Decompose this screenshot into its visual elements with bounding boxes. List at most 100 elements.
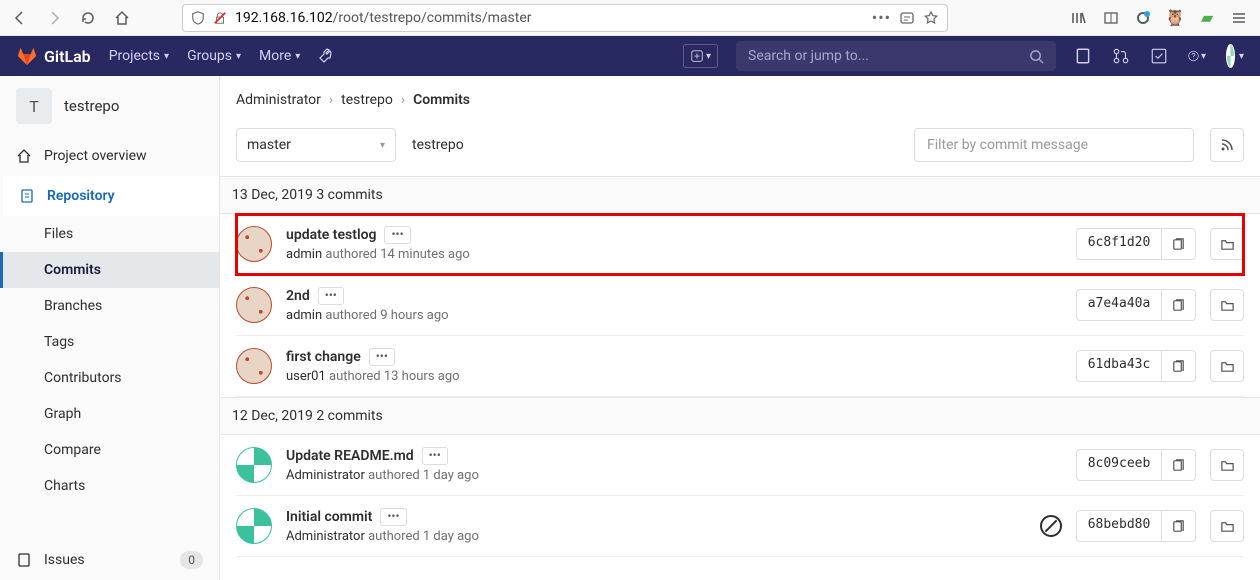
sidebar-repository[interactable]: Repository xyxy=(0,176,219,216)
commit-expand-button[interactable]: ••• xyxy=(369,348,395,366)
back-button[interactable] xyxy=(6,4,34,32)
browse-files-button[interactable] xyxy=(1210,289,1244,321)
issues-icon[interactable] xyxy=(1074,47,1092,65)
commit-author-avatar[interactable] xyxy=(236,226,272,262)
issues-icon xyxy=(16,552,32,568)
browse-files-button[interactable] xyxy=(1210,350,1244,382)
account-icon[interactable] xyxy=(1134,9,1152,27)
nav-more[interactable]: More▾ xyxy=(259,48,300,64)
commit-title[interactable]: Update README.md xyxy=(286,448,414,464)
nav-create-button[interactable]: ▾ xyxy=(683,44,718,68)
browse-files-button[interactable] xyxy=(1210,449,1244,481)
commit-filter-input[interactable] xyxy=(914,128,1194,162)
nav-admin[interactable] xyxy=(318,48,334,64)
copy-hash-button[interactable] xyxy=(1162,228,1196,260)
gitlab-navbar: GitLab Projects▾ Groups▾ More▾ ▾ ▾ ▾ xyxy=(0,36,1260,76)
commit-title[interactable]: update testlog xyxy=(286,227,376,243)
gitlab-icon xyxy=(16,45,38,67)
ext-owl-icon[interactable]: 🦉 xyxy=(1166,9,1184,27)
commit-expand-button[interactable]: ••• xyxy=(380,508,406,526)
copy-hash-button[interactable] xyxy=(1162,289,1196,321)
address-bar[interactable]: 192.168.16.102/root/testrepo/commits/mas… xyxy=(182,4,948,32)
breadcrumb-project[interactable]: testrepo xyxy=(341,92,393,108)
rss-button[interactable] xyxy=(1210,128,1244,162)
url-text: 192.168.16.102/root/testrepo/commits/mas… xyxy=(235,10,864,26)
nav-search[interactable] xyxy=(736,41,1056,71)
browse-files-button[interactable] xyxy=(1210,228,1244,260)
sidebar-sub-graph[interactable]: Graph xyxy=(0,396,219,432)
commit-author[interactable]: admin xyxy=(286,247,322,262)
commit-hash[interactable]: 6c8f1d20 xyxy=(1076,228,1162,260)
user-menu[interactable]: ▾ xyxy=(1226,47,1244,65)
sidebar-sub-files[interactable]: Files xyxy=(0,216,219,252)
commit-title[interactable]: first change xyxy=(286,349,361,365)
protection-icon[interactable] xyxy=(899,10,915,26)
commit-title[interactable]: Initial commit xyxy=(286,509,372,525)
sidebar-issues[interactable]: Issues 0 xyxy=(0,540,219,580)
sidebar-sub-contributors[interactable]: Contributors xyxy=(0,360,219,396)
commit-meta: Administrator authored 1 day ago xyxy=(286,529,1026,544)
home-button[interactable] xyxy=(108,4,136,32)
breadcrumb: Administrator › testrepo › Commits xyxy=(236,92,1244,108)
browser-toolbar: 192.168.16.102/root/testrepo/commits/mas… xyxy=(0,0,1260,36)
sidebar-overview[interactable]: Project overview xyxy=(0,136,219,176)
todos-icon[interactable] xyxy=(1150,47,1168,65)
commit-author[interactable]: Administrator xyxy=(286,468,365,483)
commit-hash[interactable]: 8c09ceeb xyxy=(1076,449,1162,481)
shield-icon xyxy=(191,11,205,25)
commit-expand-button[interactable]: ••• xyxy=(422,447,448,465)
commit-row: Initial commit ••• Administrator authored … xyxy=(236,496,1244,557)
pipeline-status-icon[interactable] xyxy=(1040,515,1062,537)
home-icon xyxy=(16,148,32,164)
library-icon[interactable] xyxy=(1070,9,1088,27)
branch-select[interactable]: master ▾ xyxy=(236,128,396,162)
commit-author[interactable]: user01 xyxy=(286,369,326,384)
commit-author-avatar[interactable] xyxy=(236,287,272,323)
copy-hash-button[interactable] xyxy=(1162,510,1196,542)
reload-button[interactable] xyxy=(74,4,102,32)
commit-meta: admin authored 14 minutes ago xyxy=(286,247,1062,262)
date-header: 12 Dec, 2019 2 commits xyxy=(220,397,1260,435)
commit-title[interactable]: 2nd xyxy=(286,288,310,304)
nav-projects[interactable]: Projects▾ xyxy=(109,48,169,64)
repo-path-label[interactable]: testrepo xyxy=(412,137,464,153)
project-header[interactable]: T testrepo xyxy=(0,76,219,136)
commit-hash[interactable]: a7e4a40a xyxy=(1076,289,1162,321)
commit-hash[interactable]: 61dba43c xyxy=(1076,350,1162,382)
merge-requests-icon[interactable] xyxy=(1112,47,1130,65)
nav-right: ▾ ▾ xyxy=(1074,47,1244,65)
more-icon[interactable]: ••• xyxy=(872,8,891,27)
browse-files-button[interactable] xyxy=(1210,510,1244,542)
search-input[interactable] xyxy=(748,48,1029,64)
commit-author[interactable]: Administrator xyxy=(286,529,365,544)
brand-text: GitLab xyxy=(44,47,91,66)
breadcrumb-administrator[interactable]: Administrator xyxy=(236,92,321,108)
search-icon xyxy=(1029,49,1044,64)
bookmark-icon[interactable] xyxy=(923,10,939,26)
commit-author[interactable]: admin xyxy=(286,308,322,323)
commit-row: update testlog ••• admin authored 14 minut… xyxy=(236,214,1244,275)
sidebar-sub-tags[interactable]: Tags xyxy=(0,324,219,360)
copy-hash-button[interactable] xyxy=(1162,350,1196,382)
sidebar-sub-branches[interactable]: Branches xyxy=(0,288,219,324)
insecure-icon xyxy=(213,11,227,25)
issues-count-badge: 0 xyxy=(180,551,203,569)
nav-groups[interactable]: Groups▾ xyxy=(187,48,241,64)
commit-author-avatar[interactable] xyxy=(236,508,272,544)
commit-expand-button[interactable]: ••• xyxy=(384,226,410,244)
commit-author-avatar[interactable] xyxy=(236,447,272,483)
sidebar-sub-charts[interactable]: Charts xyxy=(0,468,219,504)
forward-button[interactable] xyxy=(40,4,68,32)
sidebar-icon[interactable] xyxy=(1102,9,1120,27)
ext-green-icon[interactable]: ▰ xyxy=(1198,9,1216,27)
sidebar-sub-commits[interactable]: Commits xyxy=(0,252,219,288)
copy-hash-button[interactable] xyxy=(1162,449,1196,481)
commit-hash[interactable]: 68bebd80 xyxy=(1076,510,1162,542)
help-icon[interactable]: ▾ xyxy=(1188,47,1206,65)
rss-icon xyxy=(1219,137,1235,153)
sidebar-sub-compare[interactable]: Compare xyxy=(0,432,219,468)
gitlab-logo[interactable]: GitLab xyxy=(16,45,91,67)
commit-expand-button[interactable]: ••• xyxy=(318,287,344,305)
hamburger-icon[interactable] xyxy=(1230,9,1248,27)
commit-author-avatar[interactable] xyxy=(236,348,272,384)
